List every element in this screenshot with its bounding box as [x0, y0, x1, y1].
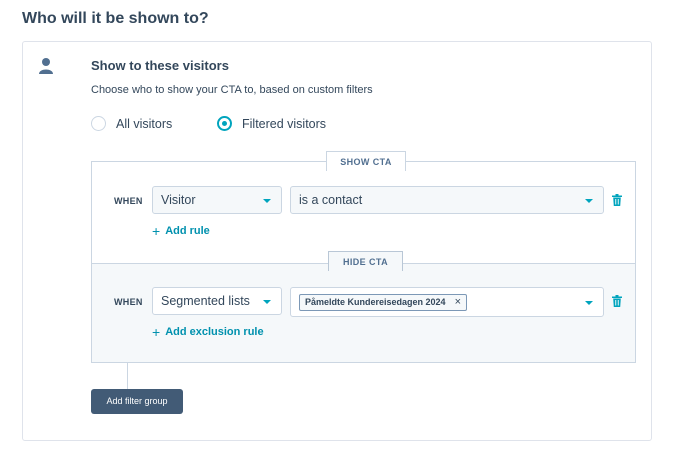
hide-cta-tag: HIDE CTA	[328, 251, 403, 271]
add-filter-group-button[interactable]: Add filter group	[91, 389, 183, 414]
condition-select[interactable]: is a contact	[290, 186, 604, 214]
person-icon	[39, 58, 53, 74]
page-title: Who will it be shown to?	[22, 10, 209, 27]
plus-icon: +	[152, 324, 161, 340]
hide-cta-group: HIDE CTA WHEN Segmented lists Påmeldte K…	[91, 251, 636, 363]
visitor-property-value: Visitor	[161, 193, 196, 207]
radio-label-filtered-visitors: Filtered visitors	[242, 116, 327, 131]
radio-circle-all-visitors[interactable]	[91, 116, 106, 131]
close-icon[interactable]: ×	[455, 296, 461, 308]
visitor-property-select[interactable]: Visitor	[152, 186, 282, 214]
chip-label: Påmeldte Kundereisedagen 2024	[305, 297, 446, 307]
chevron-down-icon	[585, 301, 593, 305]
chevron-down-icon	[585, 199, 593, 203]
chevron-down-icon	[263, 300, 271, 304]
section-description: Choose who to show your CTA to, based on…	[91, 84, 373, 96]
radio-all-visitors[interactable]: All visitors	[91, 116, 172, 131]
plus-icon: +	[152, 223, 161, 239]
add-exclusion-rule-link[interactable]: + Add exclusion rule	[152, 325, 264, 339]
trash-icon[interactable]	[612, 194, 622, 206]
radio-circle-filtered-visitors[interactable]	[217, 116, 232, 131]
add-exclusion-rule-label: Add exclusion rule	[165, 326, 264, 338]
chevron-down-icon	[263, 199, 271, 203]
group-connector	[127, 363, 128, 390]
show-cta-tag: SHOW CTA	[326, 151, 406, 171]
list-multiselect[interactable]: Påmeldte Kundereisedagen 2024 ×	[290, 287, 604, 317]
segmented-lists-select[interactable]: Segmented lists	[152, 287, 282, 315]
when-label: WHEN	[114, 196, 143, 206]
segmented-lists-value: Segmented lists	[161, 294, 250, 308]
show-cta-group: SHOW CTA WHEN Visitor is a contact + Add…	[91, 151, 636, 263]
section-title: Show to these visitors	[91, 58, 229, 73]
add-rule-link[interactable]: + Add rule	[152, 224, 210, 238]
trash-icon[interactable]	[612, 295, 622, 307]
selected-list-chip: Påmeldte Kundereisedagen 2024 ×	[299, 293, 467, 311]
condition-value: is a contact	[299, 193, 363, 207]
when-label: WHEN	[114, 297, 143, 307]
add-rule-label: Add rule	[165, 225, 210, 237]
radio-label-all-visitors: All visitors	[116, 116, 173, 131]
radio-filtered-visitors[interactable]: Filtered visitors	[217, 116, 326, 131]
